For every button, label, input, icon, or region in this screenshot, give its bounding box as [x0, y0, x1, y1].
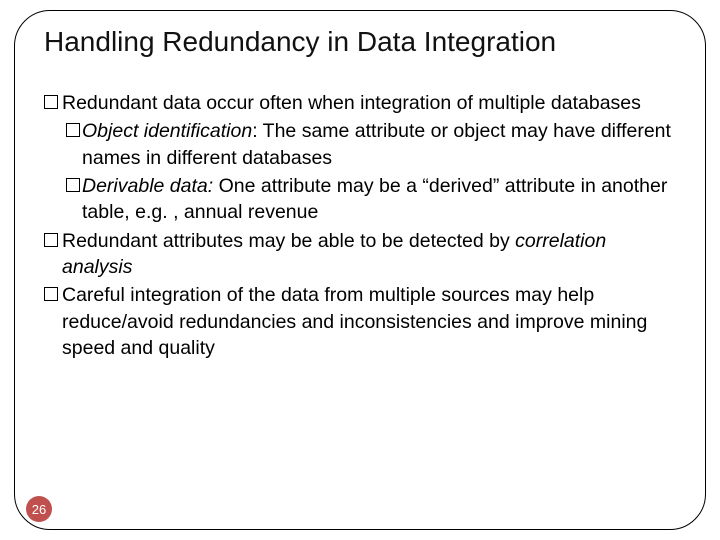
bullet-text: Derivable data: One attribute may be a “… [82, 173, 680, 226]
bullet-text: Careful integration of the data from mul… [62, 282, 680, 361]
square-bullet-icon [44, 95, 58, 109]
square-bullet-icon [66, 123, 80, 137]
bullet-text: Redundant data occur often when integrat… [62, 90, 641, 116]
italic-term: Object identification [82, 120, 252, 142]
bullet-text: Redundant attributes may be able to be d… [62, 228, 680, 281]
square-bullet-icon [44, 233, 58, 247]
slide-body: Redundant data occur often when integrat… [44, 90, 680, 363]
bullet-text: Object identification: The same attribut… [82, 118, 680, 171]
bullet-level2: Derivable data: One attribute may be a “… [66, 173, 680, 226]
bullet-level1: Careful integration of the data from mul… [44, 282, 680, 361]
bullet-level2: Object identification: The same attribut… [66, 118, 680, 171]
page-number-badge: 26 [26, 496, 52, 522]
bullet-level1: Redundant attributes may be able to be d… [44, 228, 680, 281]
bullet-plain: Redundant attributes may be able to be d… [62, 230, 515, 252]
square-bullet-icon [44, 287, 58, 301]
page-number: 26 [32, 502, 46, 517]
italic-term: Derivable data: [82, 175, 213, 197]
bullet-level1: Redundant data occur often when integrat… [44, 90, 680, 116]
slide: Handling Redundancy in Data Integration … [0, 0, 720, 540]
slide-title: Handling Redundancy in Data Integration [44, 26, 676, 58]
square-bullet-icon [66, 178, 80, 192]
